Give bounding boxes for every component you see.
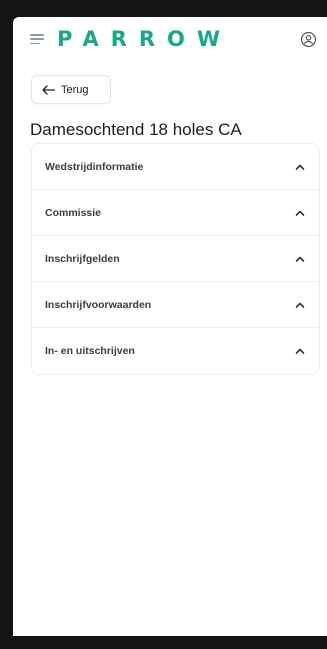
accordion-item-label: In- en uitschrijven: [45, 345, 135, 357]
accordion-item-inschrijfgelden[interactable]: Inschrijfgelden: [32, 236, 319, 282]
accordion-item-wedstrijdinformatie[interactable]: Wedstrijdinformatie: [32, 144, 319, 190]
app-screen: PARROW Terug Damesochtend 18 holes CA We…: [13, 17, 327, 636]
accordion-item-label: Commissie: [45, 206, 102, 219]
accordion-item-label: Inschrijfvoorwaarden: [45, 298, 152, 311]
app-header: PARROW: [13, 17, 327, 61]
accordion-item-label: Inschrijfgelden: [45, 252, 120, 265]
accordion-item-inschrijfvoorwaarden[interactable]: Inschrijfvoorwaarden: [32, 282, 319, 328]
chevron-up-icon: [295, 256, 305, 262]
app-logo: PARROW: [57, 26, 233, 51]
user-circle-icon[interactable]: [300, 31, 317, 48]
chevron-up-icon: [295, 348, 305, 354]
accordion-item-commissie[interactable]: Commissie: [32, 190, 319, 236]
page-title: Damesochtend 18 holes CA: [30, 120, 242, 139]
hamburger-icon[interactable]: [30, 34, 44, 44]
chevron-up-icon: [295, 210, 305, 216]
back-button-label: Terug: [61, 83, 89, 96]
accordion-item-label: Wedstrijdinformatie: [45, 160, 144, 173]
arrow-left-icon: [42, 84, 55, 95]
chevron-up-icon: [295, 164, 305, 170]
chevron-up-icon: [295, 302, 305, 308]
back-button[interactable]: Terug: [31, 75, 111, 104]
accordion-item-in-en-uitschrijven[interactable]: In- en uitschrijven: [32, 328, 319, 374]
section-accordion: Wedstrijdinformatie Commissie Inschrijfg…: [31, 143, 320, 375]
device-frame: PARROW Terug Damesochtend 18 holes CA We…: [0, 0, 327, 649]
